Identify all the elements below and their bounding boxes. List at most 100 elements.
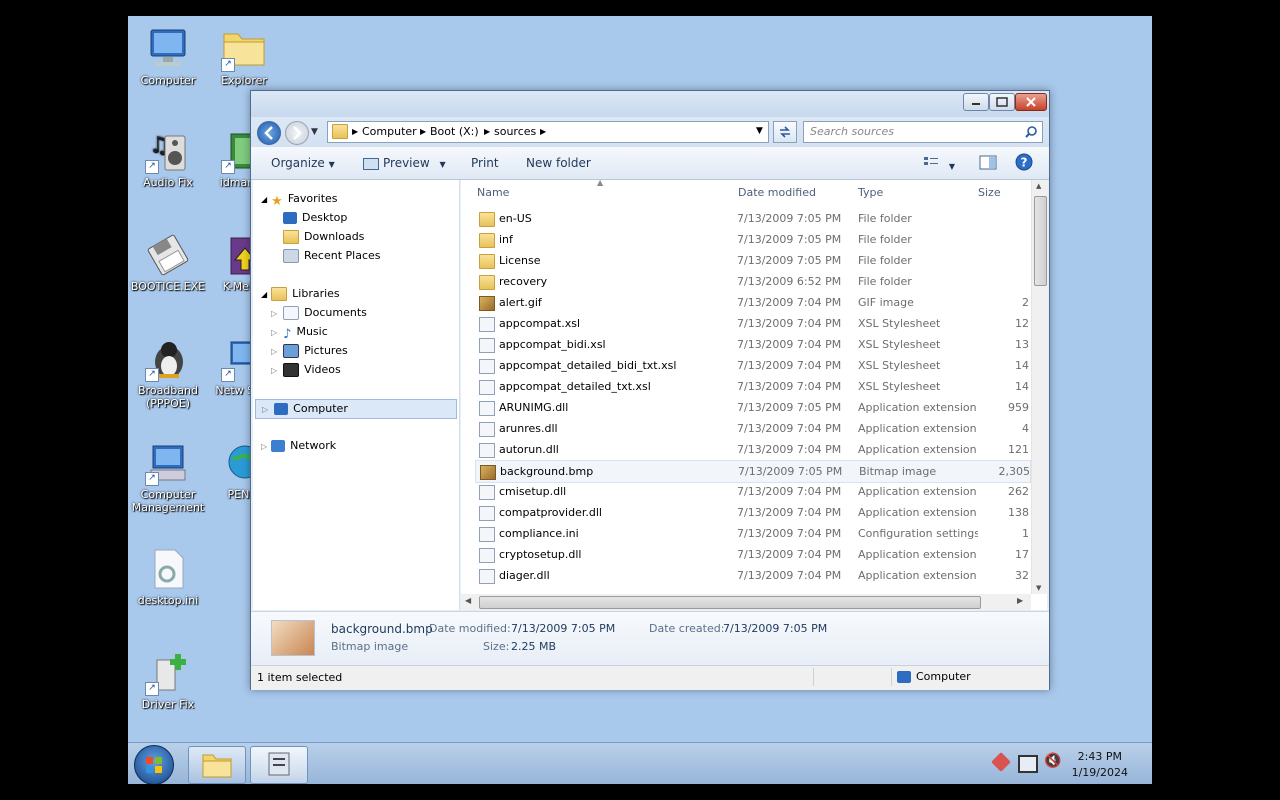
close-button[interactable] [1015, 93, 1047, 111]
minimize-button[interactable] [963, 93, 989, 111]
file-type: Application extension [858, 548, 977, 561]
refresh-icon [780, 126, 790, 138]
organize-button[interactable]: Organize ▼ [271, 156, 335, 170]
desktop-icon-audio-fix[interactable]: ♫ ↗ Audio Fix [128, 128, 208, 189]
preview-pane-button[interactable] [979, 155, 997, 174]
address-dropdown-icon[interactable]: ▼ [756, 126, 763, 136]
file-name: appcompat.xsl [499, 317, 581, 330]
file-row[interactable]: cryptosetup.dll 7/13/2009 7:04 PM Applicat… [475, 544, 1029, 565]
preview-button[interactable]: Preview ▼ [363, 156, 446, 170]
file-row[interactable]: en-US 7/13/2009 7:05 PM File folder [475, 208, 1029, 229]
taskbar-app-button[interactable] [250, 746, 308, 784]
desktop-icon-broadband[interactable]: ↗ Broadband (PPPOE) [128, 336, 208, 410]
breadcrumb-separator-icon[interactable]: ▶ [484, 127, 490, 136]
nav-favorites[interactable]: ◢ ★ Favorites [261, 190, 338, 209]
scroll-up-icon[interactable]: ▲ [1036, 182, 1041, 190]
image-file-icon [480, 465, 496, 480]
file-type: Configuration settings [858, 527, 978, 540]
nav-videos[interactable]: ▷ Videos [271, 361, 341, 379]
breadcrumb-boot-drive[interactable]: Boot (X:) [430, 125, 479, 138]
search-icon[interactable] [1024, 125, 1038, 139]
file-row[interactable]: appcompat_bidi.xsl 7/13/2009 7:04 PM XSL S… [475, 334, 1029, 355]
back-button[interactable] [257, 121, 281, 145]
column-headers: Name ▲ Date modified Type Size [461, 178, 1031, 204]
new-folder-button[interactable]: New folder [526, 156, 591, 170]
column-header-name[interactable]: Name [477, 186, 509, 199]
nav-documents[interactable]: ▷ Documents [271, 304, 367, 322]
network-small-icon [271, 440, 286, 452]
nav-recent-places[interactable]: Recent Places [283, 247, 381, 265]
forward-button[interactable] [285, 121, 309, 145]
horizontal-scrollbar[interactable]: ◀ ▶ [461, 594, 1031, 610]
desktop-icon-computer[interactable]: Computer [128, 26, 208, 87]
file-row[interactable]: compatprovider.dll 7/13/2009 7:04 PM Appli… [475, 502, 1029, 523]
file-icon [479, 401, 495, 416]
column-header-size[interactable]: Size [978, 186, 1001, 199]
nav-computer[interactable]: ▷ Computer [255, 399, 457, 419]
scroll-down-icon[interactable]: ▼ [1036, 584, 1041, 592]
column-header-date[interactable]: Date modified [738, 186, 816, 199]
tray-volume-muted-icon[interactable]: 🔇 [1044, 753, 1061, 769]
nav-libraries[interactable]: ◢ Libraries [261, 285, 340, 303]
help-button[interactable]: ? [1015, 153, 1033, 174]
search-placeholder: Search sources [810, 125, 895, 138]
tray-network-icon[interactable] [1018, 755, 1038, 773]
maximize-button[interactable] [989, 93, 1015, 111]
status-location: Computer [897, 670, 971, 683]
file-row[interactable]: ARUNIMG.dll 7/13/2009 7:05 PM Application … [475, 397, 1029, 418]
scroll-left-icon[interactable]: ◀ [465, 596, 471, 605]
file-row[interactable]: diager.dll 7/13/2009 7:04 PM Application e… [475, 565, 1029, 586]
nav-pictures[interactable]: ▷ Pictures [271, 342, 348, 360]
vertical-scrollbar[interactable]: ▲ ▼ [1031, 180, 1048, 594]
column-header-type[interactable]: Type [858, 186, 883, 199]
file-row[interactable]: License 7/13/2009 7:05 PM File folder [475, 250, 1029, 271]
file-name: cmisetup.dll [499, 485, 567, 498]
breadcrumb-separator-icon[interactable]: ▶ [352, 127, 358, 136]
desktop-icon-computer-management[interactable]: ↗ Computer Management [128, 440, 208, 514]
file-row[interactable]: compliance.ini 7/13/2009 7:04 PM Configura… [475, 523, 1029, 544]
address-bar[interactable]: ▶ Computer ▶ Boot (X:) ▶ sources ▶ ▼ [327, 121, 769, 143]
search-input[interactable]: Search sources [803, 121, 1043, 143]
breadcrumb-sources[interactable]: sources [494, 125, 536, 138]
nav-downloads[interactable]: Downloads [283, 228, 364, 246]
recent-pages-chevron-icon[interactable]: ▼ [311, 127, 318, 137]
nav-music[interactable]: ▷ ♪ Music [271, 323, 328, 342]
navigation-pane: ◢ ★ Favorites Desktop Downloads Recent Pla… [253, 180, 460, 610]
scroll-thumb[interactable] [1034, 196, 1047, 286]
breadcrumb-separator-icon[interactable]: ▶ [540, 127, 546, 136]
file-row[interactable]: cmisetup.dll 7/13/2009 7:04 PM Application… [475, 481, 1029, 502]
change-view-button[interactable]: ▼ [923, 155, 955, 172]
nav-network[interactable]: ▷ Network [261, 437, 336, 455]
file-row[interactable]: background.bmp 7/13/2009 7:05 PM Bitmap im… [475, 460, 1031, 483]
file-date: 7/13/2009 7:04 PM [737, 422, 842, 435]
breadcrumb-separator-icon[interactable]: ▶ [420, 127, 426, 136]
tray-safely-remove-icon[interactable] [991, 752, 1011, 772]
videos-icon [283, 363, 300, 377]
taskbar-explorer-button[interactable] [188, 746, 246, 784]
file-row[interactable]: arunres.dll 7/13/2009 7:04 PM Application … [475, 418, 1029, 439]
title-bar[interactable] [251, 91, 1049, 117]
file-type: XSL Stylesheet [858, 338, 941, 351]
breadcrumb-computer[interactable]: Computer [362, 125, 417, 138]
refresh-button[interactable] [773, 121, 797, 143]
print-button[interactable]: Print [471, 156, 499, 170]
clock[interactable]: 2:43 PM 1/19/2024 [1072, 749, 1128, 781]
file-row[interactable]: recovery 7/13/2009 6:52 PM File folder [475, 271, 1029, 292]
desktop-icon-driver-fix[interactable]: ↗ Driver Fix [128, 650, 208, 711]
file-type: Application extension [858, 401, 977, 414]
file-row[interactable]: appcompat_detailed_txt.xsl 7/13/2009 7:04… [475, 376, 1029, 397]
file-row[interactable]: alert.gif 7/13/2009 7:04 PM GIF image 2 [475, 292, 1029, 313]
desktop-icon-desktop-ini[interactable]: desktop.ini [128, 546, 208, 607]
file-name: arunres.dll [499, 422, 558, 435]
file-row[interactable]: inf 7/13/2009 7:05 PM File folder [475, 229, 1029, 250]
file-row[interactable]: appcompat.xsl 7/13/2009 7:04 PM XSL Styles… [475, 313, 1029, 334]
file-size: 1 [1022, 527, 1029, 540]
file-row[interactable]: autorun.dll 7/13/2009 7:04 PM Application … [475, 439, 1029, 460]
desktop-icon-explorer[interactable]: ↗ Explorer [204, 26, 284, 87]
scroll-right-icon[interactable]: ▶ [1017, 596, 1023, 605]
desktop-icon-bootice[interactable]: BOOTICE.EXE [128, 232, 208, 293]
start-button[interactable] [134, 745, 174, 784]
nav-desktop[interactable]: Desktop [283, 209, 347, 227]
file-row[interactable]: appcompat_detailed_bidi_txt.xsl 7/13/2009… [475, 355, 1029, 376]
hscroll-thumb[interactable] [479, 596, 981, 609]
